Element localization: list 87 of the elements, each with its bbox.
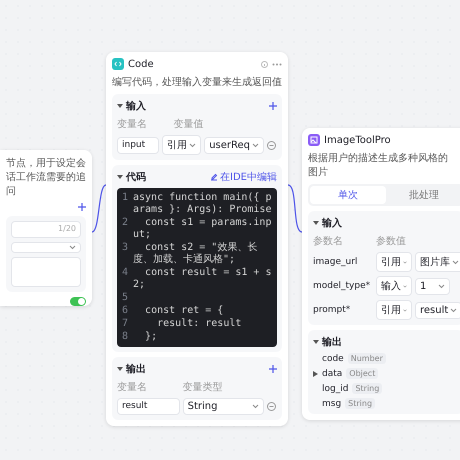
plugin-node-card[interactable]: ImageToolPro 根据用户的描述生成多种风格的图片 单次 批处理 输入 参数名 参数值 image_url 引用 图片库 model_type* 输入 1 prompt* 引用 result 输出 code Number data Object log_id String msg String	[302, 128, 460, 420]
line-number: 2	[120, 217, 128, 230]
type-tag: String	[345, 398, 376, 409]
caret-down-icon[interactable]	[117, 366, 123, 372]
node-title: ImageToolPro	[324, 134, 391, 146]
code-editor[interactable]: 1 async function main({ params }: Args): Promise 2 const s1 = params.input; 3 const s2 = "效果、长度、加载、卡通风格"; 4 const result = s1 + s2; 5 6 const ret = { 7 result: result 8 };	[117, 188, 277, 347]
parameter-name: image_url	[313, 257, 358, 267]
node-description: 编写代码，处理输入变量来生成返回值	[112, 76, 282, 89]
chevron-down-icon	[252, 404, 259, 409]
character-counter: 1/20	[57, 224, 76, 233]
edit-icon	[210, 173, 218, 181]
caret-down-icon[interactable]	[313, 340, 319, 344]
section-title: 输入	[126, 100, 146, 113]
question-node-card[interactable]: 节点，用于设定会话工作流需要的追问 1/20	[0, 150, 92, 306]
value-select[interactable]: 图片库	[415, 252, 460, 272]
type-tag: Number	[348, 353, 386, 364]
code-line: const ret = {	[144, 305, 224, 317]
code-icon	[112, 58, 124, 70]
chevron-down-icon	[450, 308, 458, 312]
section-title: 输入	[322, 216, 342, 230]
section-title: 输出	[322, 336, 342, 349]
code-node-card[interactable]	[106, 52, 288, 426]
line-number: 7	[120, 318, 128, 330]
toggle-switch[interactable]	[70, 297, 86, 306]
source-select[interactable]: 引用	[162, 135, 202, 155]
node-title: Code	[128, 58, 154, 70]
line-number: 6	[120, 305, 128, 317]
section-title: 输出	[126, 362, 146, 376]
line-number: 1	[120, 192, 128, 205]
source-select[interactable]: 引用	[376, 300, 412, 320]
output-name: data	[322, 368, 342, 378]
line-number: 8	[120, 331, 128, 343]
image-icon	[308, 134, 320, 146]
code-line: const s2 = "效果、长度、加载、卡通风格";	[133, 242, 258, 266]
caret-down-icon[interactable]	[117, 174, 123, 180]
mode-tab[interactable]: 批处理	[386, 186, 460, 204]
column-label: 参数值	[376, 234, 407, 248]
code-line: const result = s1 + s2;	[133, 267, 272, 291]
remove-icon[interactable]	[267, 402, 276, 411]
add-icon[interactable]	[78, 203, 86, 211]
more-icon[interactable]	[272, 62, 282, 66]
column-label: 变量名	[117, 118, 148, 131]
connector-line	[92, 184, 106, 233]
line-number: 4	[120, 267, 128, 280]
column-label: 变量名	[117, 380, 148, 394]
parameter-name: prompt*	[313, 305, 352, 315]
line-number: 5	[120, 292, 128, 304]
type-select[interactable]: String	[182, 398, 264, 415]
output-name: code	[322, 354, 344, 364]
chevron-down-icon	[189, 142, 196, 148]
column-label: 变量类型	[182, 380, 224, 394]
output-name: msg	[322, 398, 342, 408]
code-line: };	[144, 331, 158, 343]
caret-right-icon[interactable]	[313, 370, 318, 376]
chevron-down-icon	[69, 245, 76, 250]
chevron-down-icon	[252, 142, 259, 148]
ide-edit-link[interactable]: 在IDE中编辑	[210, 170, 277, 184]
mode-tab[interactable]: 单次	[310, 186, 386, 204]
code-line: result: result	[156, 318, 242, 330]
caret-down-icon[interactable]	[313, 220, 319, 226]
column-label: 变量值	[173, 118, 204, 131]
value-select[interactable]: result	[415, 302, 460, 318]
column-label: 参数名	[313, 234, 344, 248]
variable-name-field[interactable]: result	[117, 398, 180, 415]
remove-icon[interactable]	[267, 140, 276, 150]
add-icon[interactable]	[269, 365, 277, 373]
variable-name-field[interactable]: input	[117, 136, 160, 154]
source-select[interactable]: 引用	[376, 252, 412, 272]
value-select[interactable]: 1	[415, 278, 450, 294]
output-name: log_id	[322, 384, 348, 394]
add-icon[interactable]	[269, 102, 277, 110]
caret-down-icon[interactable]	[117, 104, 123, 108]
source-select[interactable]: 输入	[376, 276, 412, 296]
type-tag: String	[352, 383, 382, 394]
value-select[interactable]: userReq	[204, 136, 264, 154]
chevron-down-icon	[452, 260, 459, 264]
section-title: 代码	[126, 170, 146, 184]
dropdown-field[interactable]	[11, 242, 81, 253]
connector-line	[288, 184, 302, 233]
type-tag: Object	[346, 368, 378, 379]
code-line: const s1 = params.input;	[133, 217, 272, 241]
line-number: 3	[120, 242, 128, 255]
node-description: 节点，用于设定会话工作流需要的追问	[6, 156, 86, 198]
node-description: 根据用户的描述生成多种风格的图片	[308, 152, 449, 179]
parameter-name: model_type*	[313, 281, 372, 291]
info-icon	[261, 60, 268, 68]
chevron-down-icon	[438, 284, 445, 288]
